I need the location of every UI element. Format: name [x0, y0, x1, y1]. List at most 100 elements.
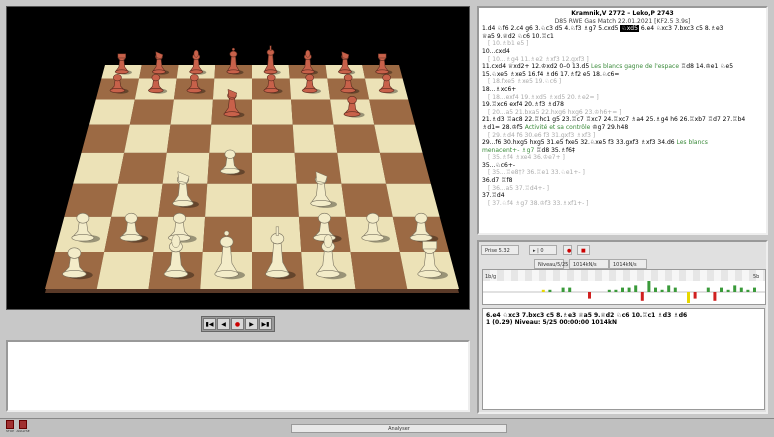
comment-box[interactable]	[6, 340, 470, 412]
chess-piece	[300, 49, 318, 75]
board-square	[166, 124, 212, 153]
graph-bar	[667, 285, 671, 292]
graph-bar	[548, 289, 552, 292]
notation-lines[interactable]: 1.d4 ♘f6 2.c4 g6 3.♘c3 d5 4.♘f3 ♗g7 5.cx…	[482, 25, 763, 207]
graph-bar	[654, 287, 657, 292]
move-line[interactable]: 11.cxd4 ♕xd2+ 12.♔xd2 0–0 13.d5 Les blan…	[482, 63, 763, 71]
analysis-toolbar: Prise 5.32 ▸ | 0 ● ■ Niveau/5/25 1014kN/…	[481, 245, 764, 269]
move-line[interactable]: ♕a5 9.♕d2 ♘c6 10.♖c1	[482, 33, 763, 41]
board-square	[252, 99, 293, 125]
speed-chip: 1014kN/s	[569, 259, 609, 269]
last-move-button[interactable]: ▶▮	[259, 318, 272, 330]
depth-chip: Niveau/5/25	[534, 259, 568, 269]
engine-line: 6.e4 ♘xc3 7.bxc3 c5 8.♗e3 ♕a5 9.♕d2 ♘c6 …	[486, 312, 688, 319]
board-square	[124, 124, 171, 153]
annotation-text: Activité et sa contrôle	[524, 123, 591, 131]
first-move-button[interactable]: ▮◀	[203, 318, 216, 330]
graph-bar	[541, 289, 545, 292]
variation-line[interactable]: [ 35...♖e8†? 36.♖e1 33.♘e1+- ]	[482, 169, 763, 177]
move-line[interactable]: 37.♖d4	[482, 192, 763, 200]
board-square	[64, 183, 118, 217]
board-square	[117, 152, 167, 184]
board-square	[205, 183, 252, 217]
variation-line[interactable]: [ 20...a5 21.bxa5 22.hxg6 hxg6 23.♔h6+= …	[482, 109, 763, 117]
variation-line[interactable]: [ 10...♗g4 11.♗e2 ♗xf3 12.gxf3 ]	[482, 56, 763, 64]
board-square	[386, 183, 440, 217]
move-line[interactable]: 15.♘xe5 ♗xe5 16.f4 ♗d6 17.♗f2 e5 18.♘c6=	[482, 71, 763, 79]
current-move[interactable]: ♘xd5	[620, 25, 639, 33]
board-square	[96, 252, 154, 289]
graph-bar	[561, 287, 565, 292]
move-line[interactable]: 29...f6 30.hxg5 hxg5 31.e5 fxe5 32.♘xe5 …	[482, 139, 763, 147]
move-line[interactable]: 10...cxd4	[482, 48, 763, 56]
next-move-button[interactable]: ▶	[245, 318, 258, 330]
graph-label-left: 1b/g	[485, 274, 496, 280]
move-line[interactable]: menacent+- ♗g7 ♖d8 35.♗f6‡	[482, 147, 763, 155]
graph-bar	[746, 289, 750, 292]
board-square	[252, 124, 295, 153]
stop-icon	[6, 420, 14, 429]
graph-bar	[607, 289, 611, 292]
graph-bar	[733, 285, 737, 292]
graph-bar	[726, 289, 730, 292]
mode-chip[interactable]: ▸ | 0	[529, 245, 557, 255]
board-square	[374, 124, 423, 153]
graph-bar	[753, 287, 756, 292]
stop-button[interactable]: ■	[577, 245, 590, 255]
graph-bar	[660, 289, 664, 292]
variation-line[interactable]: [ 37.♘f4 ♗g7 38.♔f3 33.♗xf1+- ]	[482, 200, 763, 208]
annotation-text: menacent+- ♗g7	[482, 146, 535, 154]
move-line[interactable]: 19.♖xc6 exf4 20.♗f3 ♗d78	[482, 101, 763, 109]
board-square	[379, 152, 431, 184]
board-square	[89, 99, 135, 125]
board-square	[252, 183, 299, 217]
stop-engine-button[interactable]: STOP	[4, 420, 16, 436]
analyse-button[interactable]: ANALYSE	[16, 420, 30, 436]
move-line[interactable]: 21.♗d3 ♖ac8 22.♖hc1 g5 23.♖c7 ♖xc7 24.♖x…	[482, 116, 763, 124]
move-line[interactable]: 35...♘c6+-	[482, 162, 763, 170]
variation-line[interactable]: [ 35.♗f4 ♗xe4 36.♔e7+ ]	[482, 154, 763, 162]
analysis-pane: Prise 5.32 ▸ | 0 ● ■ Niveau/5/25 1014kN/…	[477, 240, 768, 414]
board-square	[333, 124, 380, 153]
graph-bar	[634, 285, 638, 292]
board-square	[129, 99, 174, 125]
graph-bar	[720, 287, 723, 292]
move-line[interactable]: 18...♗xc6+	[482, 86, 763, 94]
record-button[interactable]: ●	[563, 245, 572, 255]
board-square	[292, 124, 338, 153]
board-square	[81, 124, 130, 153]
notation-pane[interactable]: Kramnik,V 2772 – Leko,P 2743 D85 RWE Gas…	[477, 6, 768, 235]
graph-bar	[568, 287, 572, 292]
move-navigation: ▮◀ ◀ ● ▶ ▶▮	[201, 316, 275, 332]
engine-output: 6.e4 ♘xc3 7.bxc3 c5 8.♗e3 ♕a5 9.♕d2 ♘c6 …	[482, 308, 765, 410]
move-line[interactable]: ♗d1= 28.♔f5 Activité et sa contrôle ♔g7 …	[482, 124, 763, 132]
chess-piece	[226, 47, 244, 75]
board-square	[73, 152, 125, 184]
move-line[interactable]: 1.d4 ♘f6 2.c4 g6 3.♘c3 d5 4.♘f3 ♗g7 5.cx…	[482, 25, 763, 33]
graph-bar	[687, 292, 690, 303]
engine-stats: 1 (0.29) Niveau: 5/25 00:00:00 1014kN	[486, 319, 617, 326]
variation-line[interactable]: [ 10.♗b1 e5 ]	[482, 40, 763, 48]
board-square	[252, 152, 297, 184]
board-3d-view[interactable]	[6, 6, 470, 310]
annotation-text: Les blancs gagne de l'espace	[591, 63, 680, 71]
board-square	[209, 124, 252, 153]
time-chip[interactable]: Prise 5.32	[481, 245, 519, 255]
variation-line[interactable]: [ 36...a5 37.♖d4+- ]	[482, 185, 763, 193]
graph-bar	[739, 287, 743, 292]
status-text: Analyser	[291, 424, 507, 433]
move-line[interactable]: 36.d7 ♖f8	[482, 177, 763, 185]
evaluation-graph[interactable]: 1b/g 5b	[482, 269, 766, 305]
board-square	[291, 99, 334, 125]
play-button[interactable]: ●	[231, 318, 244, 330]
prev-move-button[interactable]: ◀	[217, 318, 230, 330]
variation-line[interactable]: [ 18.fxe5 ♗xe5 19.♘c6 ]	[482, 78, 763, 86]
board-square	[350, 252, 408, 289]
graph-bar	[614, 289, 618, 292]
chess-board[interactable]	[7, 7, 470, 310]
status-bar: STOP ANALYSE Analyser	[0, 418, 774, 437]
variation-line[interactable]: [ 18...exf4 19.♗xd5 ♗xd5 20.♗e2= ]	[482, 94, 763, 102]
variation-line[interactable]: [ 29.♗d4 f6 30.e6 f3 31.gxf3 ♗xf3 ]	[482, 132, 763, 140]
board-square	[170, 99, 213, 125]
graph-bar	[640, 292, 644, 301]
